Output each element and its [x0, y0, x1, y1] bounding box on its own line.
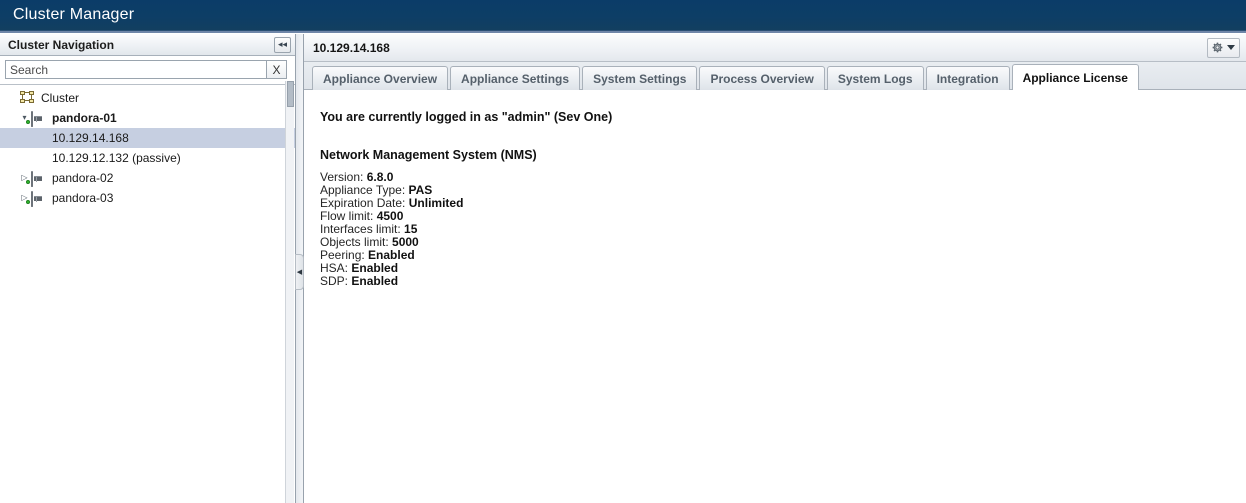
app-title: Cluster Manager — [13, 6, 135, 23]
license-value: 15 — [404, 222, 418, 236]
tab-process-overview[interactable]: Process Overview — [699, 66, 825, 90]
cluster-navigation-header: Cluster Navigation ◂◂ — [0, 34, 295, 56]
tree-scrollbar-thumb[interactable] — [287, 81, 294, 107]
license-row-hsa: HSA: Enabled — [320, 261, 1246, 275]
settings-menu-button[interactable] — [1207, 37, 1240, 58]
tree-item-10-129-12-132[interactable]: 10.129.12.132 (passive) — [0, 148, 295, 168]
cluster-navigation-panel: Cluster Navigation ◂◂ X Cluster — [0, 34, 296, 503]
app-titlebar: Cluster Manager — [0, 0, 1246, 33]
tab-appliance-settings[interactable]: Appliance Settings — [450, 66, 581, 90]
server-icon — [26, 171, 48, 187]
license-row-flow-limit: Flow limit: 4500 — [320, 209, 1246, 223]
license-label: SDP: — [320, 274, 349, 288]
tab-appliance-license[interactable]: Appliance License — [1011, 64, 1139, 91]
appliance-license-content: You are currently logged in as "admin" (… — [304, 90, 1246, 503]
license-label: Objects limit: — [320, 235, 389, 249]
tree-scrollbar[interactable] — [285, 81, 294, 503]
workspace: Cluster Navigation ◂◂ X Cluster — [0, 34, 1246, 503]
license-row-peering: Peering: Enabled — [320, 248, 1246, 262]
license-row-interfaces-limit: Interfaces limit: 15 — [320, 222, 1246, 236]
tree-item-pandora-01[interactable]: ▾ pandora-01 — [0, 108, 295, 128]
content-panel: 10.129.14.168 Appliance Overview Applian… — [304, 34, 1246, 503]
tab-appliance-overview[interactable]: Appliance Overview — [312, 66, 449, 90]
license-value: Enabled — [368, 248, 415, 262]
license-value: 6.8.0 — [366, 170, 394, 184]
license-value: 5000 — [392, 235, 419, 249]
page-title: 10.129.14.168 — [313, 40, 390, 55]
panel-splitter[interactable]: ◀ — [295, 34, 304, 503]
cluster-tree[interactable]: Cluster ▾ pandora-01 10.129.14.168 10.12… — [0, 85, 295, 503]
license-row-sdp: SDP: Enabled — [320, 274, 1246, 288]
cluster-icon — [20, 91, 37, 105]
license-row-expiration-date: Expiration Date: Unlimited — [320, 196, 1246, 210]
license-label: Flow limit: — [320, 209, 374, 223]
license-label: Version: — [320, 170, 364, 184]
search-row: X — [0, 56, 295, 85]
tree-item-label: 10.129.12.132 (passive) — [52, 151, 181, 165]
chevron-down-icon — [1227, 45, 1235, 50]
gear-icon — [1211, 41, 1224, 54]
logged-in-message: You are currently logged in as "admin" (… — [320, 110, 613, 124]
tab-integration[interactable]: Integration — [925, 66, 1010, 90]
license-label: Peering: — [320, 248, 365, 262]
tree-item-pandora-03[interactable]: ▷ pandora-03 — [0, 188, 295, 208]
chevron-double-left-icon[interactable]: ◂◂ — [274, 36, 291, 53]
tree-item-pandora-02[interactable]: ▷ pandora-02 — [0, 168, 295, 188]
tree-item-10-129-14-168[interactable]: 10.129.14.168 — [0, 128, 295, 148]
tree-item-label: pandora-03 — [52, 191, 114, 205]
content-titlebar: 10.129.14.168 — [304, 34, 1246, 62]
search-input[interactable] — [5, 60, 266, 79]
server-icon — [26, 111, 48, 127]
tabbar: Appliance Overview Appliance Settings Sy… — [304, 62, 1246, 91]
license-label: Interfaces limit: — [320, 222, 401, 236]
product-heading: Network Management System (NMS) — [320, 148, 537, 162]
tree-item-cluster[interactable]: Cluster — [0, 88, 295, 108]
license-label: Appliance Type: — [320, 183, 406, 197]
license-value: Enabled — [351, 274, 399, 288]
tree-item-label: Cluster — [41, 91, 80, 105]
tree-item-label: 10.129.14.168 — [52, 131, 129, 145]
license-value: 4500 — [376, 209, 404, 223]
license-label: Expiration Date: — [320, 196, 406, 210]
tab-system-settings[interactable]: System Settings — [582, 66, 698, 90]
tree-item-label: pandora-01 — [52, 111, 117, 125]
tab-system-logs[interactable]: System Logs — [826, 66, 924, 90]
search-clear-button[interactable]: X — [266, 60, 287, 79]
collapse-left-arrow-icon[interactable]: ◀ — [295, 254, 304, 290]
license-value: Enabled — [351, 261, 399, 275]
license-label: HSA: — [320, 261, 349, 275]
cluster-navigation-title: Cluster Navigation — [8, 37, 115, 52]
tree-item-label: pandora-02 — [52, 171, 114, 185]
license-value: Unlimited — [408, 196, 464, 210]
server-icon — [26, 191, 48, 207]
license-value: PAS — [408, 183, 433, 197]
license-row-objects-limit: Objects limit: 5000 — [320, 235, 1246, 249]
license-row-version: Version: 6.8.0 — [320, 170, 1246, 184]
